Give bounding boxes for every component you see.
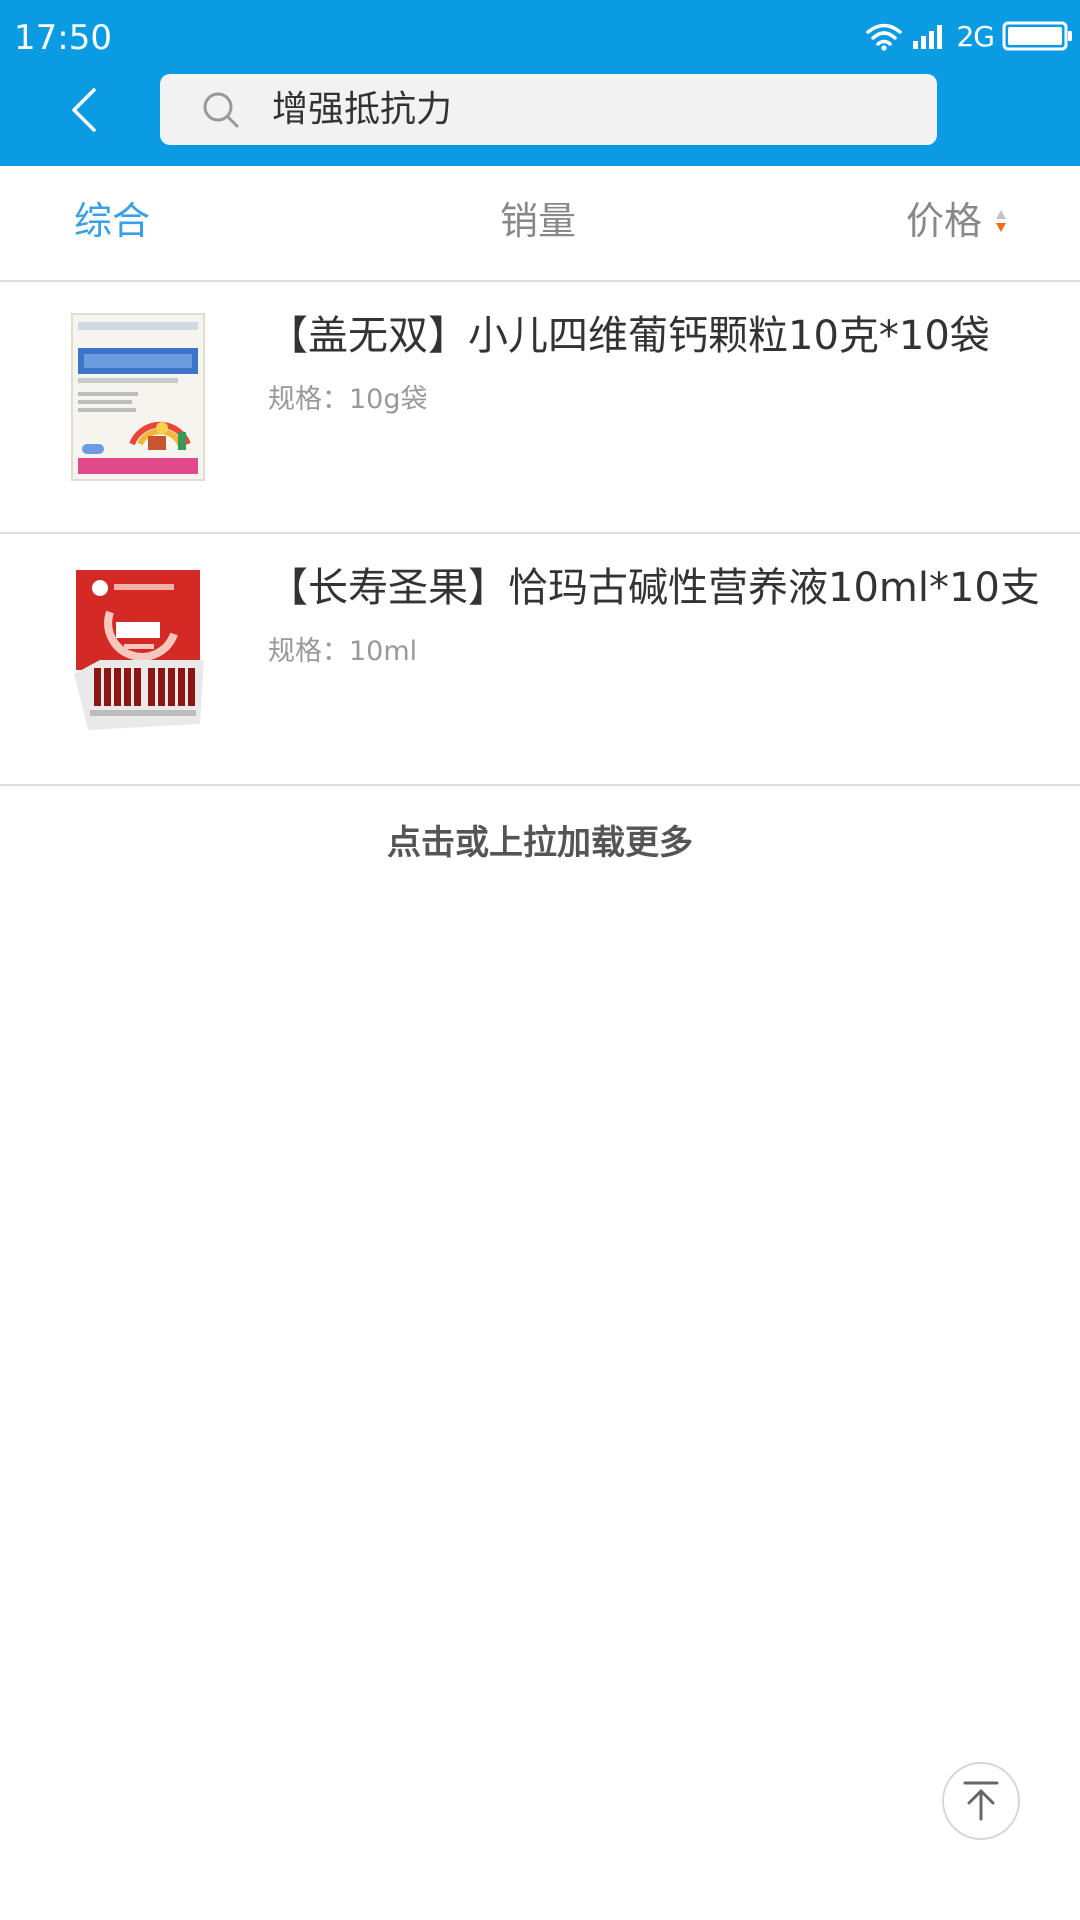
- status-icons: 2G: [864, 14, 1074, 58]
- wifi-icon: [866, 23, 903, 51]
- back-button[interactable]: [56, 82, 112, 138]
- tab-price-label: 价格: [906, 199, 983, 243]
- tab-comprehensive[interactable]: 综合: [74, 196, 150, 246]
- tab-price[interactable]: 价格: [906, 196, 1008, 246]
- tab-sales[interactable]: 销量: [500, 196, 576, 246]
- battery-icon: [1002, 21, 1072, 51]
- arrow-up-icon: [963, 1781, 999, 1821]
- product-title: 【盖无双】小儿四维葡钙颗粒10克*10袋: [268, 313, 990, 359]
- search-icon: [203, 92, 239, 127]
- product-spec: 规格：10g袋: [268, 384, 428, 415]
- signal-icon: [913, 25, 943, 49]
- sort-tabs: 综合 销量 价格: [0, 166, 1080, 282]
- app-header: 17:50 2G 增强抵抗力: [0, 0, 1080, 166]
- product-image: [71, 313, 205, 481]
- load-more-button[interactable]: 点击或上拉加载更多: [0, 818, 1080, 868]
- list-item[interactable]: 【长寿圣果】恰玛古碱性营养液10ml*10支 规格：10ml: [0, 534, 1080, 786]
- back-to-top-button[interactable]: [942, 1762, 1020, 1840]
- sort-arrows-icon: [996, 210, 1007, 232]
- search-query: 增强抵抗力: [272, 88, 453, 130]
- product-title: 【长寿圣果】恰玛古碱性营养液10ml*10支: [268, 565, 1040, 611]
- list-item[interactable]: 【盖无双】小儿四维葡钙颗粒10克*10袋 规格：10g袋: [0, 282, 1080, 534]
- network-type-label: 2G: [956, 19, 995, 53]
- product-image: [74, 570, 204, 730]
- search-input[interactable]: 增强抵抗力: [160, 74, 937, 145]
- status-time: 17:50: [14, 18, 112, 58]
- product-spec: 规格：10ml: [268, 636, 418, 667]
- chevron-left-icon: [72, 88, 96, 132]
